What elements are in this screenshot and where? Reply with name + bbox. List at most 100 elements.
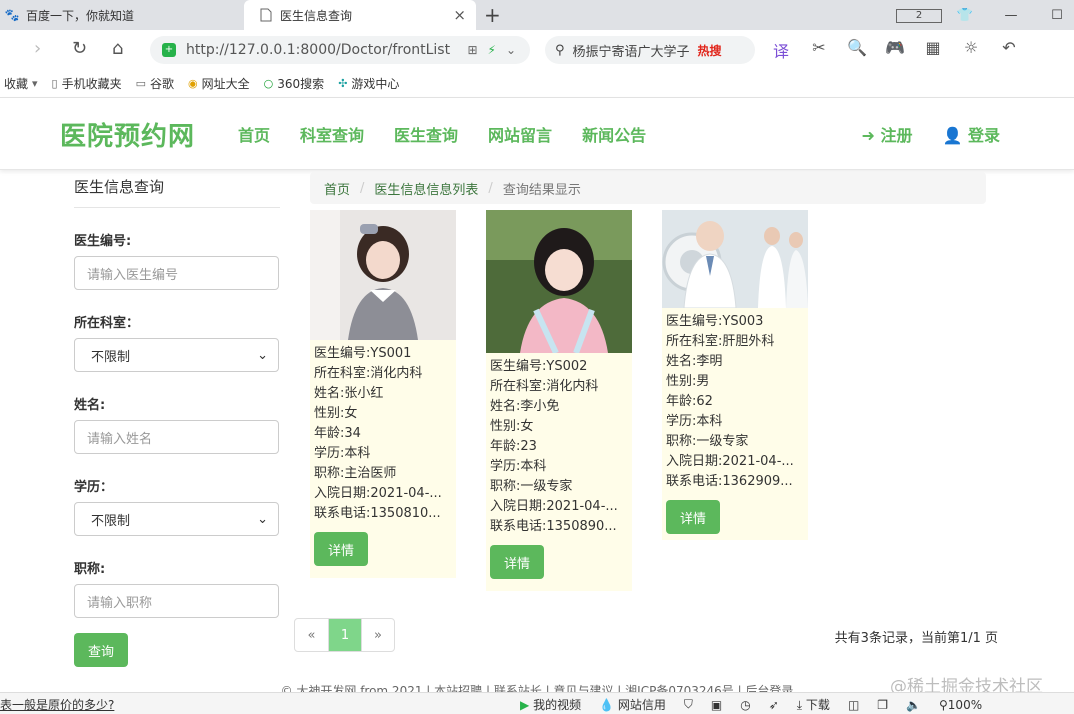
tab-title: 百度一下，你就知道 (26, 8, 135, 23)
bookmark-sites[interactable]: ◉ 网址大全 (188, 75, 250, 92)
shirt-icon[interactable]: 👕 (942, 8, 988, 23)
download-icon: ⤓ (796, 698, 803, 712)
bookmark-mobile[interactable]: ▯ 手机收藏夹 (52, 75, 122, 92)
rocket-icon[interactable]: ➶ (769, 698, 779, 712)
tab-count-badge[interactable]: 2 (896, 7, 942, 23)
next-page-button[interactable]: » (361, 619, 394, 651)
department-select[interactable]: 不限制 ⌄ (74, 338, 279, 372)
drop-icon: 💧 (599, 698, 615, 712)
nav-doctor-query[interactable]: 医生查询 (394, 122, 458, 146)
doctor-no-input[interactable]: 请输入医生编号 (74, 256, 279, 290)
image-icon[interactable]: ▣ (711, 698, 722, 712)
speaker-icon[interactable]: 🔈 (906, 698, 921, 712)
globe-icon: ◉ (188, 77, 198, 90)
bookmark-games[interactable]: ✣ 游戏中心 (338, 75, 399, 92)
breadcrumb-home[interactable]: 首页 (324, 179, 350, 198)
address-bar[interactable]: + http://127.0.0.1:8000/Doctor/frontList… (150, 36, 530, 64)
reload-icon[interactable]: ↻ (72, 38, 87, 59)
site-brand[interactable]: 医院预约网 (60, 116, 195, 153)
toolbar-icons: 译 ✂ 🔍 🎮 ▦ ☼ ↶ (770, 38, 1020, 62)
zoom-icon: ⚲ (939, 697, 948, 712)
detail-button[interactable]: 详情 (490, 545, 544, 579)
scissors-icon[interactable]: ✂ (808, 38, 830, 62)
search-icon: ⚲ (555, 42, 565, 58)
apps-grid-icon[interactable]: ▦ (922, 38, 944, 62)
translate-icon[interactable]: 译 (770, 38, 792, 62)
name-input[interactable]: 请输入姓名 (74, 420, 279, 454)
new-tab-button[interactable]: + (484, 3, 501, 27)
copy-icon[interactable]: ❐ (877, 698, 888, 712)
name-label: 姓名: (74, 398, 106, 413)
auth-links: ➜ 注册 👤 登录 (861, 122, 1000, 146)
status-link-text[interactable]: 表一般是原价的多少? (0, 696, 114, 713)
job-title-input[interactable]: 请输入职称 (74, 584, 279, 618)
browser-toolbar: › ↻ ⌂ + http://127.0.0.1:8000/Doctor/fro… (0, 30, 1074, 70)
nav-department-query[interactable]: 科室查询 (300, 122, 364, 146)
tab-baidu[interactable]: 🐾 百度一下，你就知道 (0, 0, 244, 30)
site-credit-button[interactable]: 💧 网站信用 (599, 696, 666, 713)
browser-tab-bar: 🐾 百度一下，你就知道 医生信息查询 × + 2 👕 — ☐ (0, 0, 1074, 30)
page-icon (258, 7, 274, 23)
my-video-button[interactable]: ▶ 我的视频 (520, 696, 581, 713)
breadcrumb-separator: / (360, 180, 365, 196)
grid-icon[interactable]: ⊞ (467, 43, 477, 57)
breadcrumb-doctor-list[interactable]: 医生信息信息列表 (374, 179, 478, 198)
doctor-card: 医生编号:YS003 所在科室:肝胆外科 姓名:李明 性别:男 年龄:62 学历… (662, 210, 808, 540)
shield-icon: + (162, 43, 176, 57)
bookmark-google[interactable]: ▭ 谷歌 (136, 75, 174, 92)
nav-home[interactable]: 首页 (238, 122, 270, 146)
doctor-info: 医生编号:YS002 所在科室:消化内科 姓名:李小免 性别:女 年龄:23 学… (490, 359, 618, 534)
minimize-icon[interactable]: — (988, 8, 1034, 23)
download-button[interactable]: ⤓ 下载 (797, 696, 830, 713)
doctor-photo[interactable] (310, 210, 456, 340)
url-text: http://127.0.0.1:8000/Doctor/frontList (186, 42, 451, 58)
doctor-no-label: 医生编号: (74, 234, 132, 249)
shield-status-icon[interactable]: ⛉ (684, 697, 693, 712)
query-button[interactable]: 查询 (74, 633, 128, 667)
undo-icon[interactable]: ↶ (998, 38, 1020, 62)
detail-button[interactable]: 详情 (666, 500, 720, 534)
record-count: 共有3条记录，当前第1/1 页 (834, 631, 998, 646)
doctor-info: 医生编号:YS001 所在科室:消化内科 姓名:张小红 性别:女 年龄:34 学… (314, 346, 442, 521)
zoom-level[interactable]: ⚲100% (939, 698, 982, 712)
clock-icon[interactable]: ◷ (740, 698, 750, 712)
tab-doctor-query[interactable]: 医生信息查询 × (244, 0, 476, 30)
page-button-current[interactable]: 1 (328, 619, 361, 651)
nav-guestbook[interactable]: 网站留言 (488, 122, 552, 146)
window-controls: 2 👕 — ☐ (896, 0, 1074, 30)
maximize-icon[interactable]: ☐ (1034, 8, 1074, 23)
search-box[interactable]: ⚲ 杨振宁寄语广大学子 热搜 (545, 36, 755, 64)
main-nav: 首页 科室查询 医生查询 网站留言 新闻公告 (238, 122, 646, 146)
circle-icon: ○ (263, 77, 274, 90)
close-tab-icon[interactable]: × (453, 6, 466, 24)
chevron-down-icon[interactable]: ⌄ (506, 43, 516, 57)
doctor-photo[interactable] (486, 210, 632, 353)
prev-page-button[interactable]: « (295, 619, 328, 651)
department-label: 所在科室： (74, 316, 140, 331)
query-sidebar: 医生信息查询 医生编号: 请输入医生编号 所在科室： 不限制 ⌄ 姓名: 请输入… (74, 176, 280, 667)
user-icon: 👤 (942, 126, 963, 145)
lightning-icon[interactable]: ⚡ (488, 43, 496, 57)
login-link[interactable]: 👤 登录 (942, 122, 1000, 146)
window-icon[interactable]: ◫ (848, 698, 859, 712)
bookmark-360[interactable]: ○ 360搜索 (264, 75, 325, 92)
doctor-photo[interactable] (662, 210, 808, 308)
play-icon: ▶ (520, 698, 530, 712)
detail-button[interactable]: 详情 (314, 532, 368, 566)
pagination: « 1 » (294, 618, 395, 652)
job-title-label: 职称: (74, 562, 106, 577)
forward-icon[interactable]: › (34, 38, 41, 59)
register-link[interactable]: ➜ 注册 (861, 122, 912, 146)
page-icon: ▭ (135, 77, 147, 90)
doctor-card: 医生编号:YS001 所在科室:消化内科 姓名:张小红 性别:女 年龄:34 学… (310, 210, 456, 578)
brightness-icon[interactable]: ☼ (960, 38, 982, 62)
hot-search-badge: 热搜 (697, 43, 722, 58)
magnifier-icon[interactable]: 🔍 (846, 38, 868, 62)
bookmark-favorites[interactable]: 收藏 ▾ (4, 75, 38, 92)
home-icon[interactable]: ⌂ (112, 38, 123, 59)
education-select[interactable]: 不限制 ⌄ (74, 502, 279, 536)
dropdown-arrow-icon: ▾ (32, 77, 38, 90)
gamepad-icon[interactable]: 🎮 (884, 38, 906, 62)
nav-news[interactable]: 新闻公告 (582, 122, 646, 146)
sign-in-icon: ➜ (861, 126, 875, 145)
